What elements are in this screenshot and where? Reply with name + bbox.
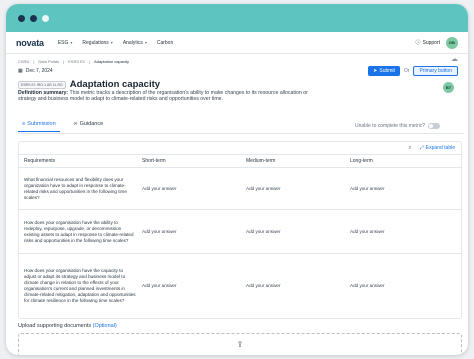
upload-dropzone[interactable]: ⇪ <box>18 333 462 355</box>
expand-table-button[interactable]: ⤢ Expand table <box>420 145 455 151</box>
table-toolbar: ⌕ ⤢ Expand table <box>19 142 461 155</box>
header-medium-term: Medium-term <box>246 158 276 164</box>
table-row: How does your organisation have the abil… <box>19 210 461 254</box>
link-icon: ∞ <box>73 121 78 127</box>
submit-button[interactable]: ➤ Submit <box>368 66 400 76</box>
date-row: ▦ Dec 7, 2024 <box>18 68 53 74</box>
list-icon: ≡ <box>22 121 26 127</box>
nav-regulations[interactable]: Regulations ▾ <box>82 40 112 46</box>
unable-toggle[interactable] <box>428 123 440 129</box>
header-long-term: Long-term <box>350 158 373 164</box>
nav-carbon[interactable]: Carbon <box>157 40 173 46</box>
chevron-down-icon: ▾ <box>70 40 73 45</box>
definition-summary: Definition summary: This metric tracks a… <box>18 90 308 103</box>
table-row: How does your organisation have the capa… <box>19 254 461 318</box>
support-link[interactable]: ⓘ Support <box>415 39 440 47</box>
upload-cloud-icon: ⇪ <box>236 340 244 349</box>
window-titlebar <box>6 4 468 32</box>
short-term-answer[interactable]: Add your answer <box>142 186 246 192</box>
long-term-answer[interactable]: Add your answer <box>350 186 461 192</box>
window-dot-maximize[interactable] <box>42 14 49 22</box>
medium-term-answer[interactable]: Add your answer <box>246 229 350 235</box>
tab-submission[interactable]: ≡ Submission <box>18 121 60 132</box>
tab-guidance[interactable]: ∞ Guidance <box>70 121 107 131</box>
or-label: Or <box>403 68 410 74</box>
requirement-text: How does your organisation have the abil… <box>24 219 134 243</box>
header-short-term: Short-term <box>142 158 166 164</box>
upload-label: Upload supporting documents (Optional) <box>18 323 117 329</box>
metric-title-row: ESRS E1 IRO-1 AR 11-RG Adaptation capaci… <box>18 79 160 90</box>
metric-id-badge: ESRS E1 IRO-1 AR 11-RG <box>18 80 66 89</box>
medium-term-answer[interactable]: Add your answer <box>246 186 350 192</box>
requirement-text: What financial resources and flexibility… <box>24 176 127 200</box>
breadcrumb-current: Adaptation capacity <box>94 59 129 64</box>
due-date: Dec 7, 2024 <box>25 68 53 74</box>
medium-term-answer[interactable]: Add your answer <box>246 283 350 289</box>
novata-logo[interactable]: novata <box>16 38 44 48</box>
nav-analytics[interactable]: Analytics ▾ <box>123 40 147 46</box>
short-term-answer[interactable]: Add your answer <box>142 229 246 235</box>
window-dot-close[interactable] <box>18 14 25 22</box>
primary-button[interactable]: Primary button <box>413 66 458 76</box>
chevron-down-icon: ▾ <box>110 40 113 45</box>
top-navbar: novata ESG ▾ Regulations ▾ Analytics ▾ Carb… <box>6 32 468 54</box>
calendar-icon: ▦ <box>18 68 23 74</box>
requirement-text: How does your organisation have the capa… <box>24 268 136 303</box>
requirements-table: ⌕ ⤢ Expand table Requirements Short-term… <box>18 141 462 319</box>
window-dot-minimize[interactable] <box>30 14 37 22</box>
user-avatar[interactable]: DB <box>446 36 458 49</box>
unable-to-complete: Unable to complete this metric? <box>355 123 440 129</box>
assignee-avatar[interactable]: BT <box>443 82 454 93</box>
short-term-answer[interactable]: Add your answer <box>142 283 246 289</box>
table-row: What financial resources and flexibility… <box>19 168 461 210</box>
help-circle-icon: ⓘ <box>415 40 421 46</box>
search-icon[interactable]: ⌕ <box>408 145 411 152</box>
breadcrumb-esrs-e1[interactable]: ESRS E1 <box>68 59 85 64</box>
chevron-down-icon: ▾ <box>144 40 147 45</box>
header-requirements: Requirements <box>24 158 56 164</box>
nav-esg[interactable]: ESG ▾ <box>58 40 73 46</box>
send-icon: ➤ <box>373 68 378 74</box>
long-term-answer[interactable]: Add your answer <box>350 283 461 289</box>
expand-icon: ⤢ <box>419 145 424 151</box>
long-term-answer[interactable]: Add your answer <box>350 229 461 235</box>
breadcrumb-data-points[interactable]: Data Points <box>38 59 59 64</box>
action-bar: ➤ Submit Or Primary button <box>368 66 458 76</box>
cloud-sync-icon: ☁ <box>451 56 458 63</box>
app-window: novata ESG ▾ Regulations ▾ Analytics ▾ Carb… <box>6 4 468 355</box>
table-header: Requirements Short-term Medium-term Long… <box>19 155 461 168</box>
breadcrumb: CSRD | Data Points | ESRS E1 | Adaptation c… <box>18 59 129 64</box>
page-title: Adaptation capacity <box>69 79 161 90</box>
breadcrumb-csrd[interactable]: CSRD <box>18 59 29 64</box>
